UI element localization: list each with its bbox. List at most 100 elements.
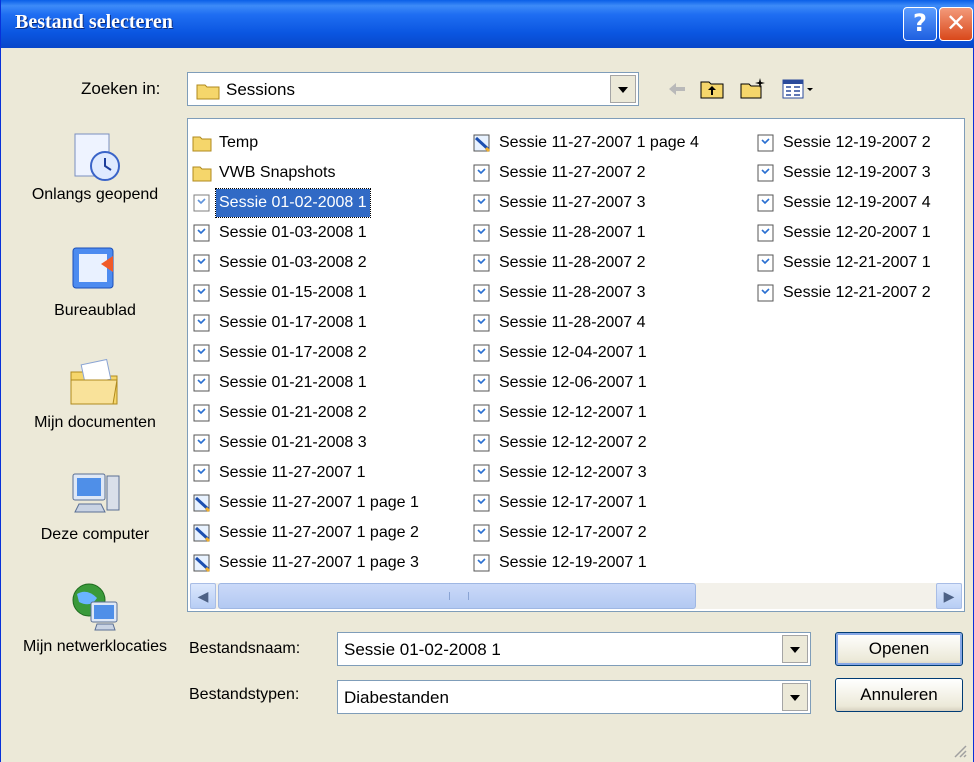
my-computer-icon	[65, 468, 125, 524]
file-name: Sessie 12-12-2007 2	[499, 434, 647, 451]
place-label: Deze computer	[40, 526, 150, 543]
look-in-label: Zoeken in:	[81, 79, 161, 98]
session-file-icon	[756, 224, 776, 242]
filetype-dropdown-arrow[interactable]	[782, 683, 808, 711]
session-file-icon	[472, 464, 492, 482]
file-name: Sessie 11-27-2007 1 page 4	[499, 134, 699, 151]
cancel-button[interactable]: Annuleren	[835, 678, 963, 712]
file-name: Sessie 11-27-2007 1 page 2	[219, 524, 419, 541]
filename-label: Bestandsnaam:	[189, 640, 301, 657]
file-name: Temp	[219, 134, 259, 151]
look-in-value: Sessions	[226, 80, 295, 99]
file-name: Sessie 11-27-2007 3	[499, 194, 646, 211]
file-name: VWB Snapshots	[219, 164, 336, 181]
place-desktop[interactable]: Bureaublad	[9, 244, 181, 320]
place-label: Mijn netwerklocaties	[22, 638, 168, 655]
slide-page-icon	[472, 134, 492, 153]
slide-page-icon	[192, 524, 212, 543]
session-file-icon	[472, 284, 492, 302]
file-name: Sessie 01-21-2008 2	[219, 404, 367, 421]
file-name: Sessie 11-27-2007 1 page 1	[219, 494, 419, 511]
filename-dropdown-arrow[interactable]	[782, 635, 808, 663]
file-list[interactable]: ◀ ▶ Temp VWB Snapshots Sessie 01-02-2008 1…	[187, 118, 965, 612]
session-file-icon	[192, 434, 212, 452]
place-label: Bureaublad	[54, 302, 136, 319]
look-in-dropdown-arrow[interactable]	[610, 75, 636, 103]
place-label: Onlangs geopend	[31, 186, 159, 203]
back-icon[interactable]	[665, 76, 689, 102]
session-file-icon	[756, 254, 776, 272]
place-label: Mijn documenten	[34, 414, 156, 431]
session-file-icon	[192, 224, 212, 242]
session-file-icon	[472, 554, 492, 572]
file-name: Sessie 12-19-2007 2	[783, 134, 931, 151]
horizontal-scrollbar[interactable]: ◀ ▶	[190, 583, 962, 609]
open-button[interactable]: Openen	[835, 632, 963, 666]
file-name: Sessie 01-15-2008 1	[219, 284, 367, 301]
file-name: Sessie 12-04-2007 1	[499, 344, 647, 361]
session-file-icon	[472, 434, 492, 452]
filename-value: Sessie 01-02-2008 1	[344, 640, 501, 659]
place-my-documents[interactable]: Mijn documenten	[9, 356, 181, 432]
place-my-computer[interactable]: Deze computer	[9, 468, 181, 544]
new-folder-icon[interactable]	[739, 76, 767, 102]
file-name: Sessie 01-17-2008 2	[219, 344, 367, 361]
folder-icon	[192, 134, 212, 152]
view-menu-icon[interactable]	[781, 76, 815, 102]
desktop-icon	[65, 244, 125, 300]
scroll-left-button[interactable]: ◀	[190, 583, 216, 609]
file-open-dialog: Bestand selecteren ? ✕ Zoeken in: Sessio…	[0, 0, 974, 762]
folder-icon	[192, 164, 212, 182]
slide-page-icon	[192, 494, 212, 513]
slide-page-icon	[192, 554, 212, 573]
file-name: Sessie 01-03-2008 2	[219, 254, 367, 271]
close-button[interactable]: ✕	[939, 7, 973, 41]
file-name: Sessie 11-28-2007 1	[499, 224, 646, 241]
resize-grip-icon[interactable]	[951, 742, 967, 758]
filetype-value: Diabestanden	[344, 688, 449, 707]
my-documents-icon	[65, 356, 125, 412]
session-file-icon	[192, 344, 212, 362]
title-bar[interactable]: Bestand selecteren ? ✕	[1, 0, 974, 48]
place-recent[interactable]: Onlangs geopend	[9, 128, 181, 204]
filetype-dropdown[interactable]: Diabestanden	[337, 680, 811, 714]
session-file-icon	[472, 164, 492, 182]
session-file-icon	[192, 194, 212, 212]
session-file-icon	[192, 464, 212, 482]
file-name: Sessie 11-28-2007 4	[499, 314, 646, 331]
session-file-icon	[192, 404, 212, 422]
session-file-icon	[192, 314, 212, 332]
session-file-icon	[756, 284, 776, 302]
scroll-right-button[interactable]: ▶	[936, 583, 962, 609]
session-file-icon	[472, 194, 492, 212]
file-name: Sessie 11-27-2007 1	[219, 464, 366, 481]
session-file-icon	[192, 254, 212, 272]
file-name: Sessie 12-12-2007 1	[499, 404, 647, 421]
session-file-icon	[192, 284, 212, 302]
file-name: Sessie 12-17-2007 1	[499, 494, 647, 511]
session-file-icon	[192, 374, 212, 392]
file-name: Sessie 12-19-2007 4	[783, 194, 931, 211]
look-in-dropdown[interactable]: Sessions	[187, 72, 639, 106]
help-button[interactable]: ?	[903, 7, 937, 41]
filetype-label: Bestandstypen:	[189, 686, 300, 703]
file-name: Sessie 01-17-2008 1	[219, 314, 367, 331]
session-file-icon	[472, 314, 492, 332]
file-name: Sessie 01-21-2008 1	[219, 374, 367, 391]
session-file-icon	[472, 524, 492, 542]
up-folder-icon[interactable]	[699, 76, 725, 102]
session-file-icon	[756, 194, 776, 212]
file-name: Sessie 01-21-2008 3	[219, 434, 367, 451]
session-file-icon	[756, 164, 776, 182]
session-file-icon	[472, 404, 492, 422]
scroll-thumb[interactable]	[218, 583, 696, 609]
dialog-title: Bestand selecteren	[15, 11, 173, 33]
session-file-icon	[472, 344, 492, 362]
folder-icon	[196, 84, 220, 100]
place-network[interactable]: Mijn netwerklocaties	[9, 580, 181, 656]
session-file-icon	[472, 494, 492, 512]
network-icon	[65, 580, 125, 636]
file-name: Sessie 11-28-2007 2	[499, 254, 646, 271]
file-name: Sessie 12-12-2007 3	[499, 464, 647, 481]
filename-input[interactable]: Sessie 01-02-2008 1	[337, 632, 811, 666]
